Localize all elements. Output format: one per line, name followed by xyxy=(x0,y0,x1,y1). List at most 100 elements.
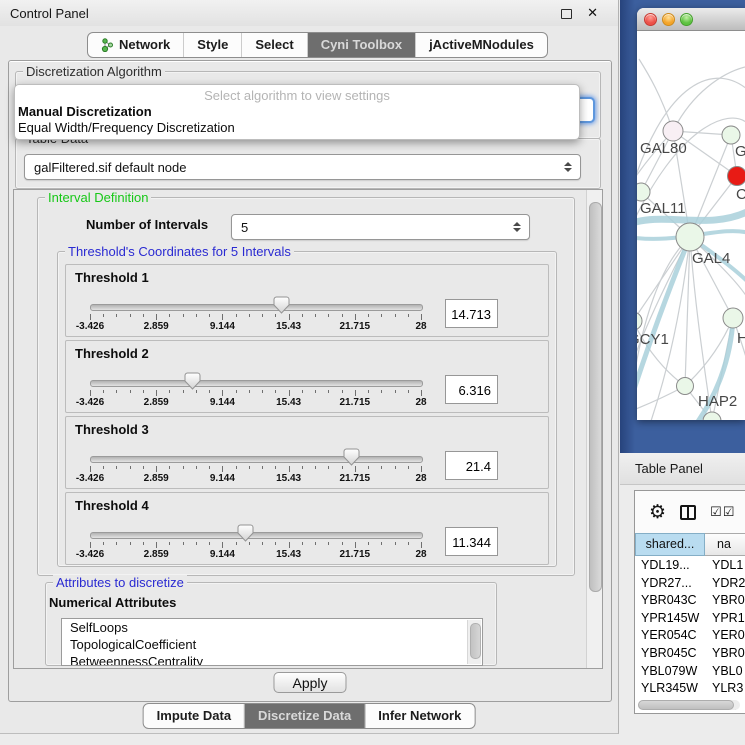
threshold-panel-1: Threshold 1-3.4262.8599.14415.4321.71528… xyxy=(65,264,549,337)
network-view-frame: GAL80GACGAL11GAL4GCY1HHAP2 xyxy=(620,0,745,453)
column-header-shared-name[interactable]: shared... xyxy=(635,533,705,556)
zoom-traffic-light-icon[interactable] xyxy=(680,13,693,26)
dropdown-placeholder-option[interactable]: Select algorithm to view settings xyxy=(15,88,579,104)
network-node-gal80[interactable] xyxy=(663,121,683,141)
close-icon[interactable]: ✕ xyxy=(587,5,598,21)
slider-tick xyxy=(169,466,170,469)
table-data-combobox[interactable]: galFiltered.sif default node xyxy=(24,154,581,180)
table-cell-name[interactable]: YBR0 xyxy=(707,592,745,610)
table-row[interactable]: YDR27...YDR2 xyxy=(635,575,745,593)
threshold-slider-thumb[interactable] xyxy=(273,296,290,314)
float-window-icon[interactable] xyxy=(561,9,572,19)
threshold-slider-track[interactable] xyxy=(90,532,423,539)
tab-cyni-toolbox[interactable]: Cyni Toolbox xyxy=(308,33,416,57)
dropdown-option-manual[interactable]: Manual Discretization xyxy=(15,104,579,120)
threshold-slider-thumb[interactable] xyxy=(184,372,201,390)
network-window-titlebar[interactable] xyxy=(637,8,745,31)
bottom-tab-infer-network[interactable]: Infer Network xyxy=(365,704,474,728)
gear-icon[interactable]: ⚙ xyxy=(649,503,666,522)
close-traffic-light-icon[interactable] xyxy=(644,13,657,26)
table-row[interactable]: YBL079WYBL0 xyxy=(635,663,745,681)
num-intervals-value: 5 xyxy=(241,215,248,239)
threshold-value-field[interactable]: 14.713 xyxy=(445,299,498,328)
network-node-h[interactable] xyxy=(723,308,743,328)
threshold-label: Threshold 1 xyxy=(75,270,149,285)
table-hscrollbar[interactable] xyxy=(638,700,740,710)
network-node-ga[interactable] xyxy=(722,126,740,144)
table-hscrollbar-thumb[interactable] xyxy=(638,700,734,710)
tab-select[interactable]: Select xyxy=(242,33,307,57)
settings-scrollbar[interactable] xyxy=(586,190,602,668)
table-cell-shared-name[interactable]: YDL19... xyxy=(635,557,707,575)
slider-tick xyxy=(421,466,422,472)
tab-jactivemnodules[interactable]: jActiveMNodules xyxy=(416,33,547,57)
tab-network[interactable]: Network xyxy=(88,33,184,57)
table-row[interactable]: YBR043CYBR0 xyxy=(635,592,745,610)
list-scrollbar[interactable] xyxy=(467,620,481,664)
table-cell-name[interactable]: YLR3 xyxy=(707,680,745,698)
slider-tick xyxy=(130,542,131,545)
slider-tick xyxy=(209,314,210,317)
table-cell-shared-name[interactable]: YBR043C xyxy=(635,592,707,610)
table-cell-name[interactable]: YDR2 xyxy=(707,575,745,593)
table-cell-shared-name[interactable]: YBL079W xyxy=(635,663,707,681)
bottom-tab-impute-data[interactable]: Impute Data xyxy=(144,704,245,728)
checkbox-icons[interactable]: ☑☑ xyxy=(710,504,735,520)
network-node-gal4[interactable] xyxy=(676,223,704,251)
table-cell-shared-name[interactable]: YPR145W xyxy=(635,610,707,628)
minimize-traffic-light-icon[interactable] xyxy=(662,13,675,26)
table-cell-name[interactable]: YPR1 xyxy=(707,610,745,628)
table-cell-name[interactable]: YDL1 xyxy=(707,557,745,575)
table-row[interactable]: YPR145WYPR1 xyxy=(635,610,745,628)
attribute-list-item[interactable]: BetweennessCentrality xyxy=(62,653,482,666)
table-cell-name[interactable]: YBL0 xyxy=(707,663,745,681)
table-cell-name[interactable]: YER0 xyxy=(707,627,745,645)
table-row[interactable]: YBR045CYBR0 xyxy=(635,645,745,663)
apply-button[interactable]: Apply xyxy=(273,672,346,693)
network-edge xyxy=(639,59,673,131)
dropdown-option-equal-width[interactable]: Equal Width/Frequency Discretization xyxy=(15,120,579,136)
slider-tick xyxy=(342,314,343,317)
attribute-list-item[interactable]: SelfLoops xyxy=(62,619,482,636)
bottom-tab-discretize-data[interactable]: Discretize Data xyxy=(245,704,365,728)
list-scrollbar-thumb[interactable] xyxy=(470,623,481,659)
slider-tick xyxy=(183,542,184,545)
threshold-value-field[interactable]: 6.316 xyxy=(445,375,498,404)
threshold-value-field[interactable]: 11.344 xyxy=(445,527,498,556)
table-cell-name[interactable]: YBR0 xyxy=(707,645,745,663)
slider-tick xyxy=(355,314,356,320)
slider-tick xyxy=(368,390,369,393)
network-canvas[interactable]: GAL80GACGAL11GAL4GCY1HHAP2 xyxy=(637,31,745,420)
slider-tick xyxy=(275,466,276,469)
attribute-list-item[interactable]: TopologicalCoefficient xyxy=(62,636,482,653)
slider-tick xyxy=(262,466,263,469)
threshold-slider-track[interactable] xyxy=(90,456,423,463)
table-row[interactable]: YER054CYER0 xyxy=(635,627,745,645)
tab-style[interactable]: Style xyxy=(184,33,242,57)
slider-tick xyxy=(130,314,131,317)
table-cell-shared-name[interactable]: YDR27... xyxy=(635,575,707,593)
threshold-slider-track[interactable] xyxy=(90,304,423,311)
network-node-gal11[interactable] xyxy=(637,183,650,201)
threshold-slider-thumb[interactable] xyxy=(343,448,360,466)
table-cell-shared-name[interactable]: YBR045C xyxy=(635,645,707,663)
threshold-slider-thumb[interactable] xyxy=(237,524,254,542)
network-node-c[interactable] xyxy=(728,167,745,186)
table-cell-shared-name[interactable]: YER054C xyxy=(635,627,707,645)
network-node-hap2[interactable] xyxy=(677,378,694,395)
threshold-value-field[interactable]: 21.4 xyxy=(445,451,498,480)
slider-tick xyxy=(143,542,144,545)
table-cell-shared-name[interactable]: YLR345W xyxy=(635,680,707,698)
slider-tick-label: 9.144 xyxy=(210,473,235,484)
table-toolbar: ⚙ ☑☑ xyxy=(635,491,745,533)
table-row[interactable]: YDL19...YDL1 xyxy=(635,557,745,575)
network-node-gcy1[interactable] xyxy=(637,312,642,330)
bottom-tab-bar: Impute DataDiscretize DataInfer Network xyxy=(143,703,476,729)
control-panel-title: Control Panel xyxy=(10,6,89,21)
table-row[interactable]: YLR345WYLR3 xyxy=(635,680,745,698)
split-columns-icon[interactable] xyxy=(680,505,696,520)
settings-scrollbar-thumb[interactable] xyxy=(589,202,602,592)
num-intervals-combobox[interactable]: 5 xyxy=(231,214,530,240)
column-header-name[interactable]: na xyxy=(705,533,745,556)
threshold-slider-track[interactable] xyxy=(90,380,423,387)
